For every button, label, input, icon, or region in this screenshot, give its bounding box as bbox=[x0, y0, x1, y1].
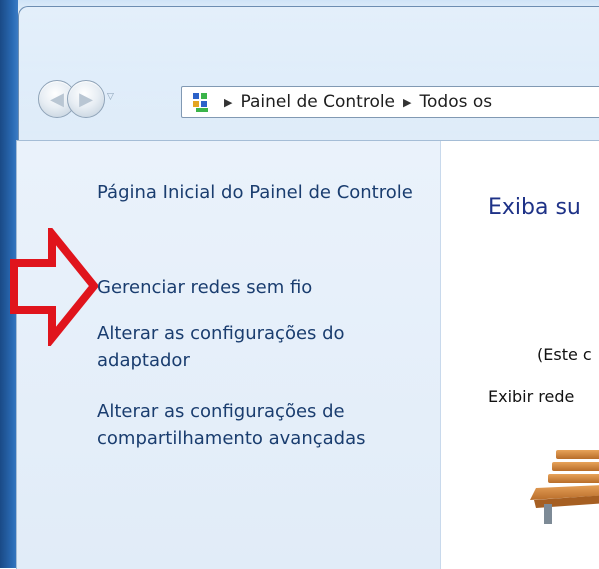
sidebar-link-control-panel-home[interactable]: Página Inicial do Painel de Controle bbox=[97, 179, 427, 206]
page-title: Exiba su bbox=[488, 195, 581, 220]
task-sidebar: Página Inicial do Painel de Controle Ger… bbox=[17, 141, 441, 569]
breadcrumb-separator-icon[interactable]: ▶ bbox=[403, 96, 411, 109]
info-text: (Este c bbox=[537, 345, 592, 364]
recent-pages-dropdown[interactable]: ▽ bbox=[107, 92, 117, 102]
forward-button[interactable]: ▶ bbox=[67, 80, 105, 118]
forward-arrow-icon: ▶ bbox=[79, 88, 93, 110]
breadcrumb-separator-icon[interactable]: ▶ bbox=[224, 96, 232, 109]
chevron-down-icon: ▽ bbox=[107, 92, 114, 102]
red-arrow-annotation bbox=[10, 228, 98, 346]
breadcrumb-all-items[interactable]: Todos os bbox=[420, 92, 493, 112]
address-bar[interactable]: ▶ Painel de Controle ▶ Todos os bbox=[181, 86, 599, 118]
networks-label: Exibir rede bbox=[488, 387, 575, 406]
control-panel-icon bbox=[192, 92, 212, 112]
main-pane: Exiba su (Este c Exibir rede bbox=[441, 141, 599, 569]
park-bench-icon bbox=[530, 450, 599, 524]
sidebar-link-sharing-settings[interactable]: Alterar as configurações de compartilham… bbox=[97, 398, 427, 452]
back-arrow-icon: ◀ bbox=[50, 88, 64, 110]
sidebar-link-adapter-settings[interactable]: Alterar as configurações do adaptador bbox=[97, 320, 427, 374]
sidebar-link-manage-wireless[interactable]: Gerenciar redes sem fio bbox=[97, 274, 427, 301]
content-area: Página Inicial do Painel de Controle Ger… bbox=[16, 140, 599, 569]
breadcrumb-control-panel[interactable]: Painel de Controle bbox=[240, 92, 395, 112]
